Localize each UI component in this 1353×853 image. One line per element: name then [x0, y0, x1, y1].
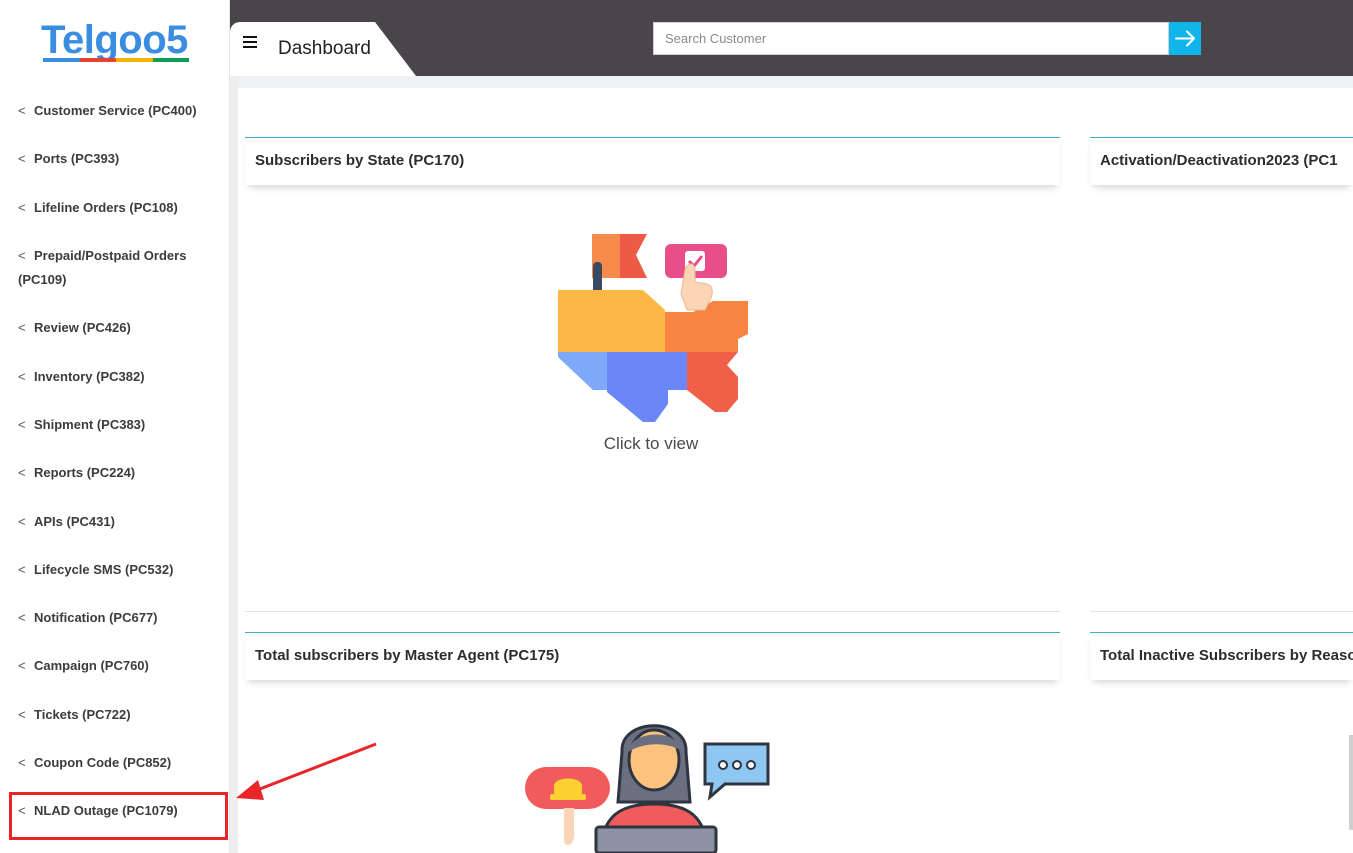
chevron-left-icon: < [18, 562, 26, 577]
page-title: Dashboard [278, 38, 371, 59]
logo-underline [43, 58, 189, 62]
arrow-right-icon [1175, 30, 1195, 47]
hand-finger [564, 808, 575, 846]
sidebar-item-ports[interactable]: < Ports (PC393) [18, 147, 218, 171]
card-title: Activation/Deactivation2023 (PC1 [1100, 152, 1338, 169]
sidebar-item-label: Reports (PC224) [34, 465, 136, 480]
annotation-highlight-box [9, 792, 228, 840]
card-title: Total Inactive Subscribers by Reaso [1100, 647, 1353, 664]
chevron-left-icon: < [18, 755, 26, 770]
chevron-left-icon: < [18, 369, 26, 384]
sidebar-item-label: Lifecycle SMS (PC532) [34, 562, 174, 577]
chevron-left-icon: < [18, 200, 26, 215]
sidebar-item-apis[interactable]: < APIs (PC431) [18, 510, 218, 534]
sidebar-item-reports[interactable]: < Reports (PC224) [18, 461, 218, 485]
map-blue [607, 352, 687, 422]
map-lightblue [558, 352, 607, 390]
card-divider [1090, 611, 1353, 612]
sidebar-item-customer-service[interactable]: < Customer Service (PC400) [18, 99, 218, 123]
right-scrollbar[interactable] [1349, 735, 1353, 830]
sidebar-item-label: Campaign (PC760) [34, 658, 149, 673]
chat-bubble-icon [703, 742, 770, 801]
chat-dot [746, 760, 756, 770]
logo-bar-green [152, 58, 189, 62]
map-yellow [558, 290, 665, 352]
chat-dot [718, 760, 728, 770]
annotation-arrow-icon [236, 742, 377, 800]
content-top-strip [238, 76, 1353, 88]
card-title: Subscribers by State (PC170) [255, 152, 465, 169]
sidebar-item-label: Notification (PC677) [34, 610, 158, 625]
sidebar-item-label: Shipment (PC383) [34, 417, 146, 432]
chat-dot [732, 760, 742, 770]
click-to-view-link[interactable]: Click to view [560, 434, 742, 454]
sidebar-item-tickets[interactable]: < Tickets (PC722) [18, 703, 218, 727]
logo-bar-blue [43, 58, 80, 62]
sidebar-item-review[interactable]: < Review (PC426) [18, 316, 218, 340]
sidebar-item-label: APIs (PC431) [34, 514, 115, 529]
agent-illustration[interactable] [520, 712, 780, 853]
logo-bar-yellow [116, 58, 153, 62]
sidebar-item-label: Review (PC426) [34, 320, 131, 335]
chevron-left-icon: < [18, 465, 26, 480]
sidebar-item-label: Customer Service (PC400) [34, 103, 197, 118]
chevron-left-icon: < [18, 103, 26, 118]
chevron-left-icon: < [18, 320, 26, 335]
logo[interactable]: Telgoo5 [41, 16, 188, 64]
laptop [594, 825, 718, 853]
hamburger-menu-icon[interactable] [243, 36, 257, 48]
sidebar-item-label: Lifeline Orders (PC108) [34, 200, 178, 215]
card-title: Total subscribers by Master Agent (PC175… [255, 647, 560, 664]
bell-base [550, 794, 586, 800]
card-header-inactive-subscribers: Total Inactive Subscribers by Reaso [1090, 632, 1353, 680]
chevron-left-icon: < [18, 514, 26, 529]
chevron-left-icon: < [18, 151, 26, 166]
sidebar-item-label: Ports (PC393) [34, 151, 120, 166]
sidebar: Telgoo5 < Customer Service (PC400) < Ports… [0, 0, 230, 853]
sidebar-item-inventory[interactable]: < Inventory (PC382) [18, 365, 218, 389]
card-divider [245, 611, 1060, 612]
bell-icon [554, 778, 582, 796]
us-map-illustration[interactable] [555, 232, 755, 427]
sidebar-item-label: Tickets (PC722) [34, 707, 131, 722]
app-root: Telgoo5 < Customer Service (PC400) < Ports… [0, 0, 1353, 853]
chevron-left-icon: < [18, 248, 26, 263]
sidebar-item-prepaid-postpaid-orders[interactable]: < Prepaid/Postpaid Orders (PC109) [18, 244, 218, 292]
logo-bar-red [79, 58, 116, 62]
sidebar-scrollbar[interactable] [230, 76, 238, 853]
sidebar-item-lifecycle-sms[interactable]: < Lifecycle SMS (PC532) [18, 558, 218, 582]
card-header-master-agent: Total subscribers by Master Agent (PC175… [245, 632, 1060, 680]
map-red [687, 352, 738, 412]
sidebar-item-notification[interactable]: < Notification (PC677) [18, 606, 218, 630]
sidebar-item-label: Prepaid/Postpaid Orders (PC109) [18, 248, 187, 287]
flag-tail [620, 234, 647, 278]
map-orange [665, 301, 748, 352]
chevron-left-icon: < [18, 417, 26, 432]
chevron-left-icon: < [18, 658, 26, 673]
sidebar-item-label: Coupon Code (PC852) [34, 755, 172, 770]
search-customer-input[interactable] [653, 22, 1169, 55]
sidebar-item-coupon-code[interactable]: < Coupon Code (PC852) [18, 751, 218, 775]
chevron-left-icon: < [18, 610, 26, 625]
search-submit-button[interactable] [1169, 22, 1201, 55]
card-header-subscribers-by-state: Subscribers by State (PC170) [245, 137, 1060, 185]
sidebar-item-campaign[interactable]: < Campaign (PC760) [18, 654, 218, 678]
chevron-left-icon: < [18, 707, 26, 722]
sidebar-item-shipment[interactable]: < Shipment (PC383) [18, 413, 218, 437]
sidebar-item-lifeline-orders[interactable]: < Lifeline Orders (PC108) [18, 196, 218, 220]
card-header-activation: Activation/Deactivation2023 (PC1 [1090, 137, 1353, 185]
sidebar-item-label: Inventory (PC382) [34, 369, 145, 384]
